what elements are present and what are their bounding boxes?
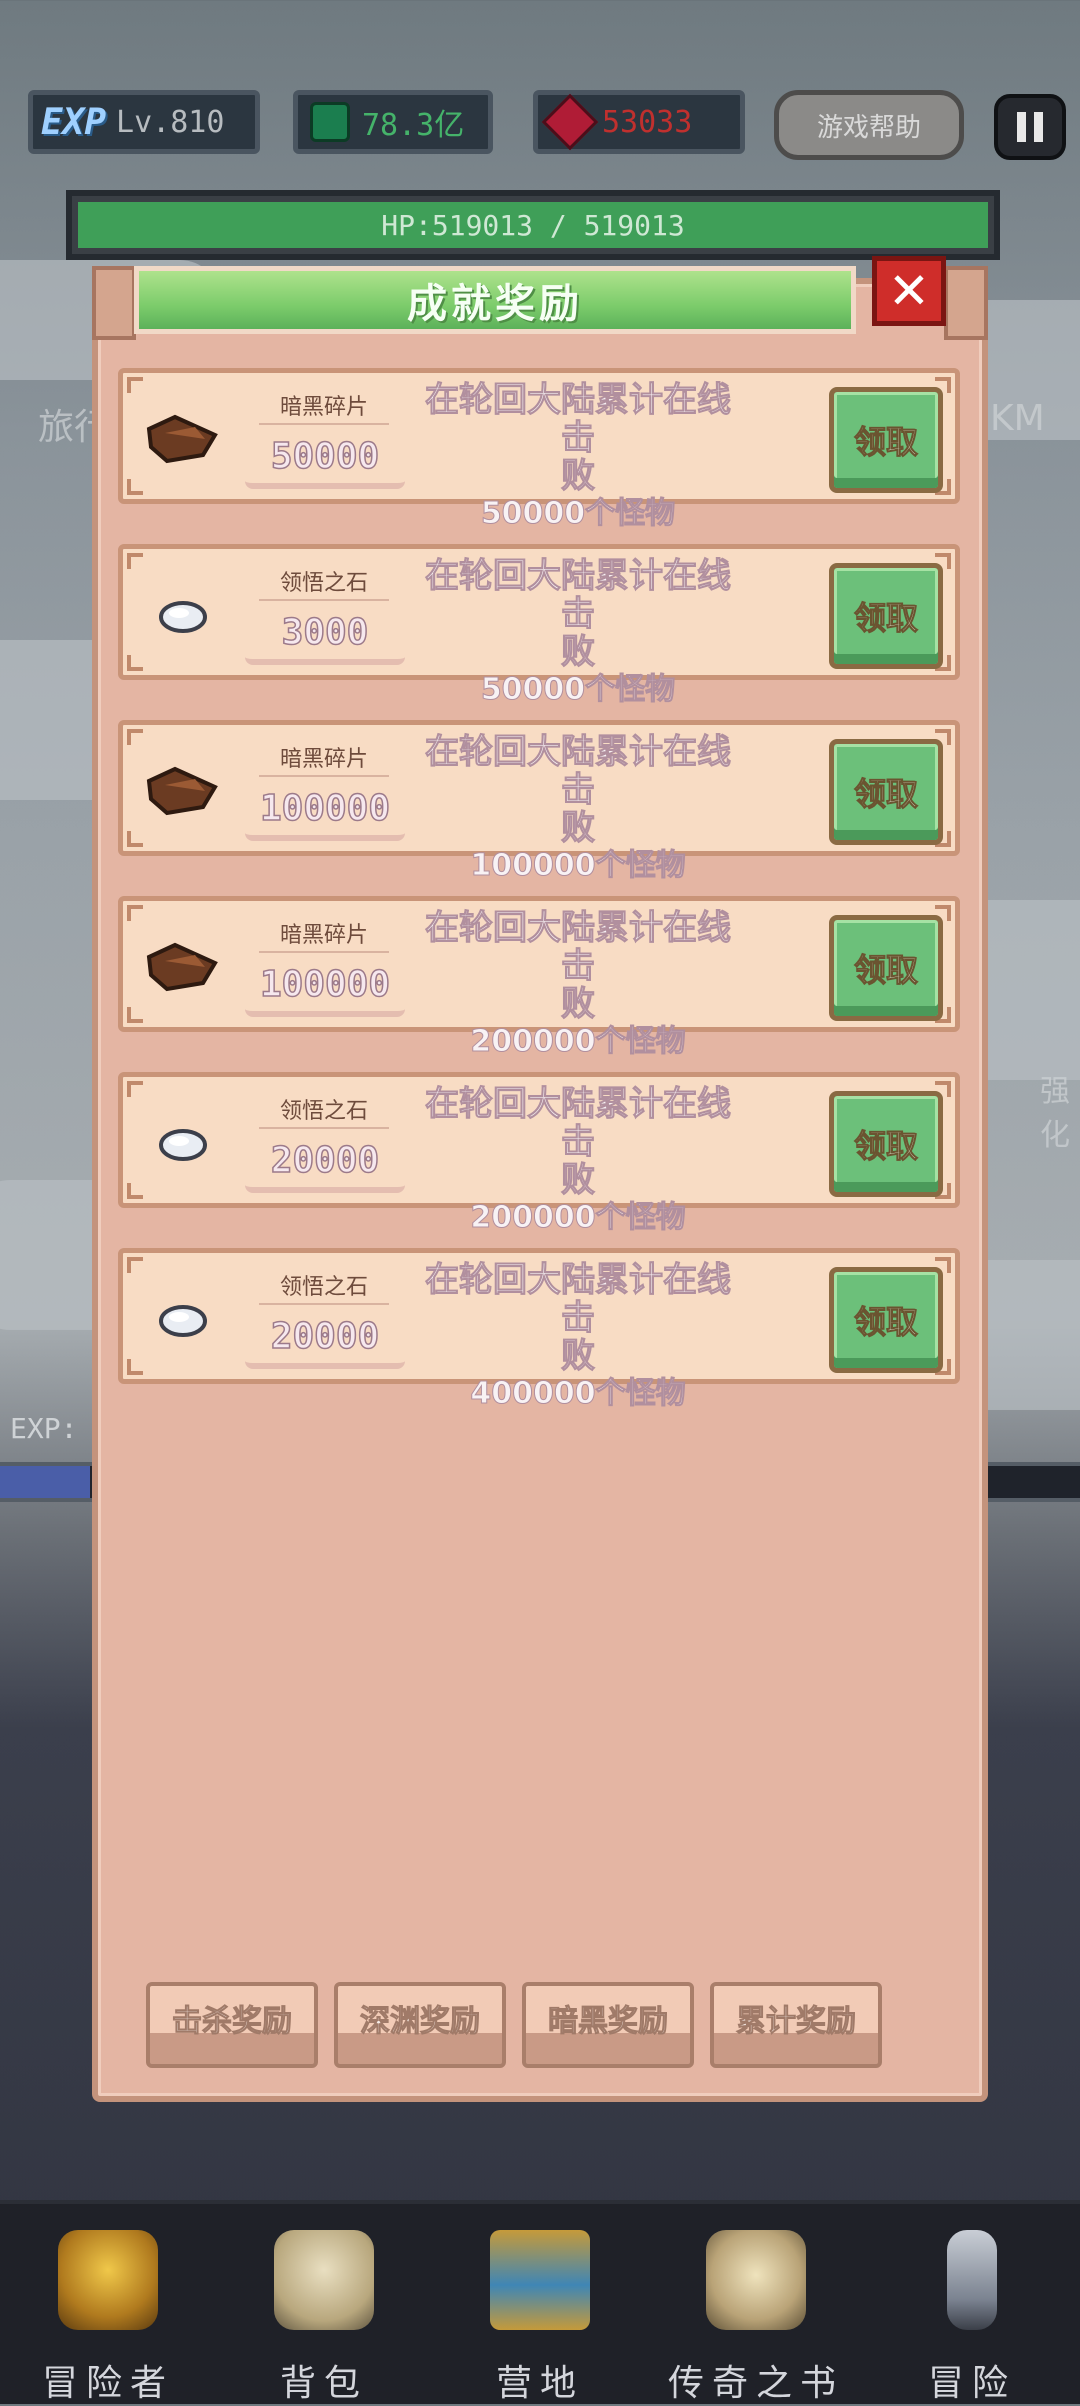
sword-icon	[947, 2230, 997, 2330]
insight-stone-icon	[159, 1305, 207, 1337]
gem-count: 78.3亿	[362, 108, 465, 143]
reward-quantity: 100000	[245, 783, 405, 841]
tab-kill-reward[interactable]: 击杀奖励	[146, 1982, 318, 2068]
achievement-description: 在轮回大陆累计在线击败 200000个怪物	[425, 908, 732, 1060]
exp-logo: EXP	[41, 101, 107, 143]
achievement-row: 暗黑碎片 100000 在轮回大陆累计在线击败 200000个怪物 领取	[118, 896, 960, 1060]
game-help-button[interactable]: 游戏帮助	[774, 90, 964, 160]
claim-button[interactable]: 领取	[829, 563, 943, 669]
ruby-counter: 53033	[533, 90, 745, 154]
top-bar: EXP Lv.810 78.3亿 53033 游戏帮助	[28, 90, 1068, 164]
nav-label: 营地	[495, 2363, 584, 2404]
reward-item-name: 暗黑碎片	[259, 917, 389, 953]
claim-button[interactable]: 领取	[829, 739, 943, 845]
hp-text: HP:519013 / 519013	[78, 202, 988, 248]
nav-adventurer[interactable]: 冒险者	[0, 2204, 216, 2404]
hp-bar: HP:519013 / 519013	[66, 190, 1000, 260]
insight-stone-icon	[159, 601, 207, 633]
emerald-icon	[310, 102, 350, 142]
nav-label: 冒险者	[41, 2363, 174, 2404]
tab-cumulative-reward[interactable]: 累计奖励	[710, 1982, 882, 2068]
tab-dark-reward[interactable]: 暗黑奖励	[522, 1982, 694, 2068]
reward-tabs: 击杀奖励 深渊奖励 暗黑奖励 累计奖励	[146, 1982, 886, 2068]
achievement-description: 在轮回大陆累计在线击败 50000个怪物	[425, 380, 732, 532]
dark-shard-icon	[146, 942, 218, 992]
nav-legend-book[interactable]: 传奇之书	[648, 2204, 864, 2404]
reward-item-name: 领悟之石	[259, 1093, 389, 1129]
reward-item-name: 领悟之石	[259, 1269, 389, 1305]
achievement-row: 暗黑碎片 50000 在轮回大陆累计在线击败 50000个怪物 领取	[118, 368, 960, 532]
helmet-icon	[58, 2230, 158, 2330]
dark-shard-icon	[146, 766, 218, 816]
achievement-row: 领悟之石 20000 在轮回大陆累计在线击败 200000个怪物 领取	[118, 1072, 960, 1236]
claim-button[interactable]: 领取	[829, 1091, 943, 1197]
title-cap-right	[944, 266, 988, 340]
achievement-description: 在轮回大陆累计在线击败 200000个怪物	[425, 1084, 732, 1236]
close-button[interactable]: ✕	[872, 256, 946, 326]
nav-label: 传奇之书	[667, 2363, 844, 2404]
backpack-icon	[274, 2230, 374, 2330]
dark-shard-icon	[146, 414, 218, 464]
nav-adventure[interactable]: 冒险	[864, 2204, 1080, 2404]
claim-button[interactable]: 领取	[829, 1267, 943, 1373]
close-icon: ✕	[888, 262, 930, 320]
pause-button[interactable]	[994, 94, 1066, 160]
claim-button[interactable]: 领取	[829, 915, 943, 1021]
reward-quantity: 3000	[245, 607, 405, 665]
title-cap-left	[92, 266, 136, 340]
achievement-row: 暗黑碎片 100000 在轮回大陆累计在线击败 100000个怪物 领取	[118, 720, 960, 884]
reward-quantity: 20000	[245, 1311, 405, 1369]
tab-abyss-reward[interactable]: 深渊奖励	[334, 1982, 506, 2068]
ruby-icon	[541, 93, 599, 151]
achievement-description: 在轮回大陆累计在线击败 100000个怪物	[425, 732, 732, 884]
book-icon	[706, 2230, 806, 2330]
nav-backpack[interactable]: 背包	[216, 2204, 432, 2404]
nav-camp[interactable]: 营地	[432, 2204, 648, 2404]
reward-quantity: 100000	[245, 959, 405, 1017]
ruby-count: 53033	[602, 104, 693, 140]
reward-quantity: 20000	[245, 1135, 405, 1193]
banner-icon	[490, 2230, 590, 2330]
reward-item-name: 领悟之石	[259, 565, 389, 601]
pause-icon	[1017, 112, 1026, 142]
background-exp-label: EXP:	[10, 1412, 78, 1445]
modal-title: 成就奖励	[134, 266, 856, 334]
achievement-row: 领悟之石 3000 在轮回大陆累计在线击败 50000个怪物 领取	[118, 544, 960, 708]
background-side-text: 强化	[1040, 1074, 1070, 1153]
achievement-description: 在轮回大陆累计在线击败 50000个怪物	[425, 556, 732, 708]
reward-item-name: 暗黑碎片	[259, 741, 389, 777]
achievement-description: 在轮回大陆累计在线击败 400000个怪物	[425, 1260, 732, 1412]
nav-label: 背包	[279, 2363, 368, 2404]
gem-counter: 78.3亿	[293, 90, 493, 154]
nav-label: 冒险	[927, 2363, 1016, 2404]
level-display: EXP Lv.810	[28, 90, 260, 154]
claim-button[interactable]: 领取	[829, 387, 943, 493]
achievement-list: 暗黑碎片 50000 在轮回大陆累计在线击败 50000个怪物 领取 领悟之石 3…	[118, 368, 960, 1424]
background-km-text: KM	[990, 398, 1045, 439]
reward-item-name: 暗黑碎片	[259, 389, 389, 425]
achievement-row: 领悟之石 20000 在轮回大陆累计在线击败 400000个怪物 领取	[118, 1248, 960, 1412]
reward-quantity: 50000	[245, 431, 405, 489]
level-text: Lv.810	[116, 104, 225, 140]
insight-stone-icon	[159, 1129, 207, 1161]
bottom-navigation: 冒险者 背包 营地 传奇之书 冒险	[0, 2200, 1080, 2404]
